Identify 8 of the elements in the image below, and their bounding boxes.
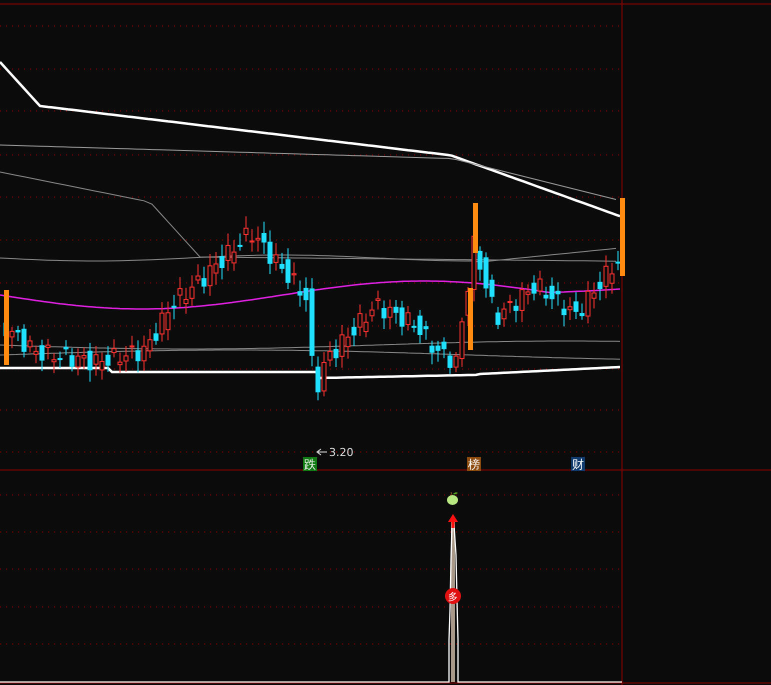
signal-tag: 榜 xyxy=(467,457,481,472)
signal-badge: 多 xyxy=(445,588,461,604)
signal-tag: 财 xyxy=(571,457,585,472)
apple-icon xyxy=(447,492,458,505)
signal-tag: 跌 xyxy=(303,457,317,472)
up-arrow-icon xyxy=(448,514,458,528)
low-price-arrow-icon xyxy=(316,448,328,456)
price-label: 3.20 xyxy=(329,446,354,459)
